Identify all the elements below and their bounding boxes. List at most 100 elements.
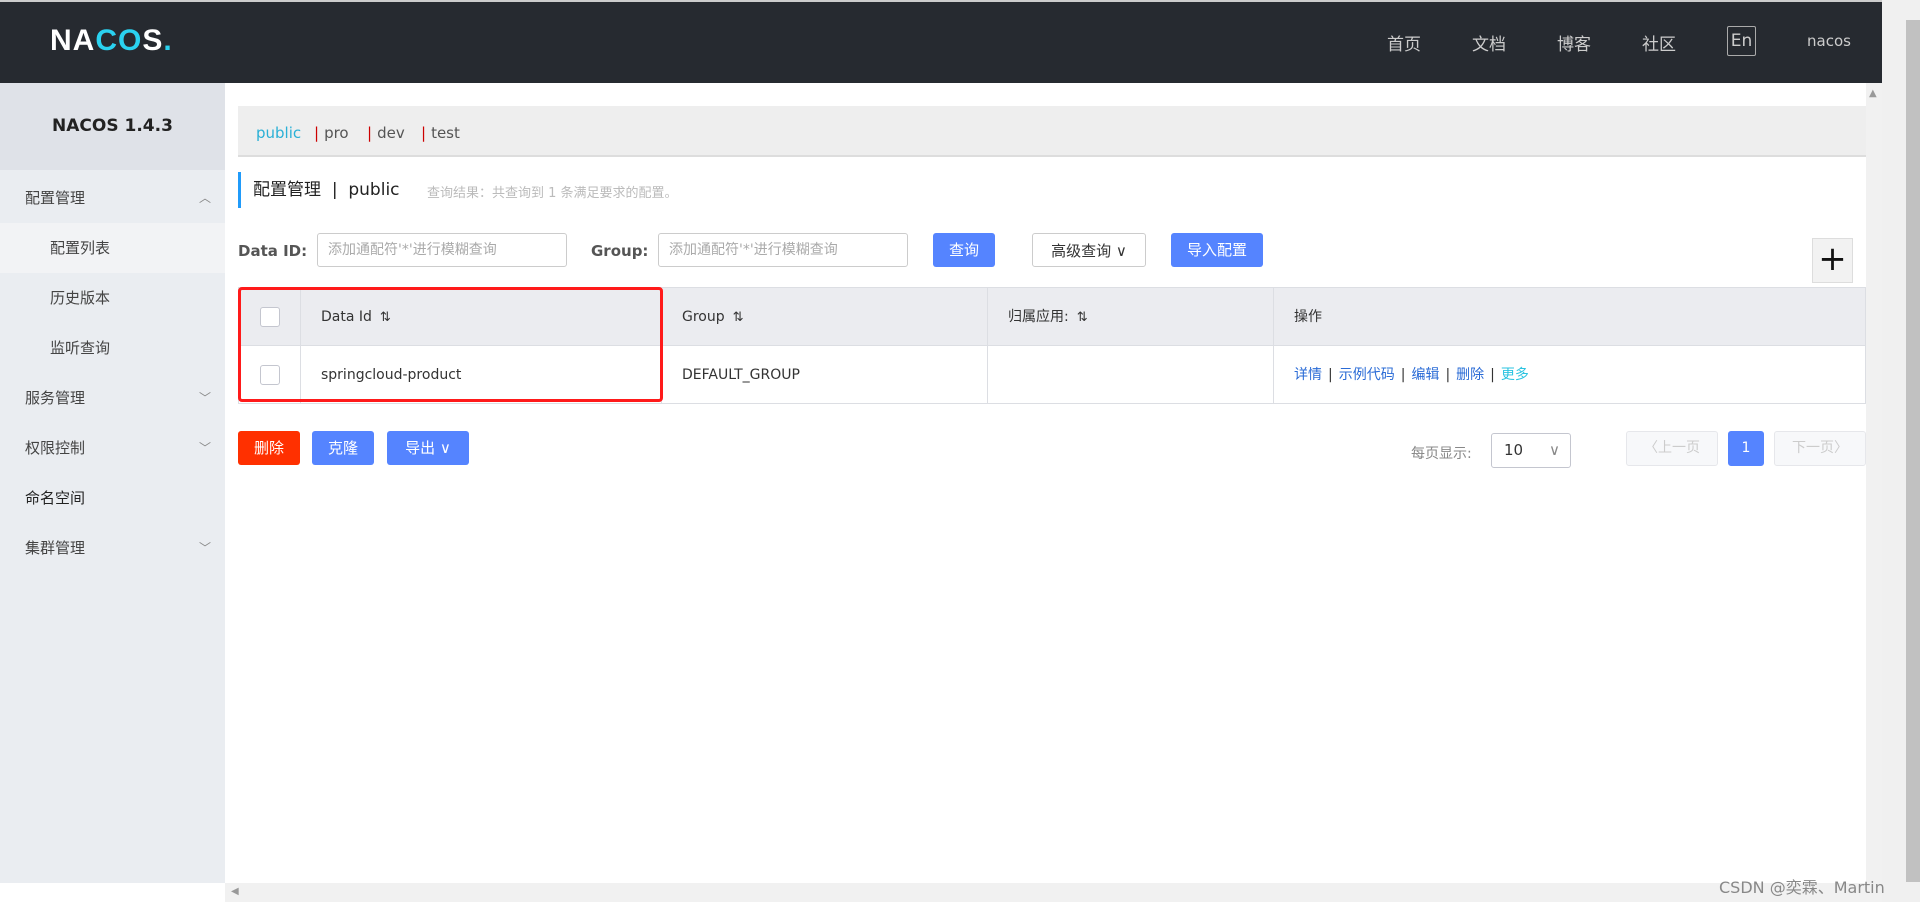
sidebar-item-cluster-management[interactable]: 集群管理 ﹀ xyxy=(0,523,225,573)
sidebar-item-label: 配置列表 xyxy=(50,239,110,257)
export-label: 导出 xyxy=(405,439,435,457)
prev-label: 上一页 xyxy=(1658,440,1700,456)
per-page-select[interactable]: 10 ∨ xyxy=(1491,433,1571,468)
user-menu[interactable]: nacos xyxy=(1807,32,1851,50)
sidebar-item-label: 集群管理 xyxy=(25,539,85,557)
sidebar-item-label: 服务管理 xyxy=(25,389,85,407)
title-text: 配置管理 xyxy=(253,180,321,200)
title-namespace: public xyxy=(348,180,399,200)
delete-link[interactable]: 删除 xyxy=(1456,367,1484,383)
main-content xyxy=(225,83,1882,883)
per-page-value: 10 xyxy=(1504,441,1523,459)
group-label: Group: xyxy=(591,242,648,260)
sidebar-item-label: 监听查询 xyxy=(50,339,110,357)
sample-code-link[interactable]: 示例代码 xyxy=(1339,367,1395,383)
query-button[interactable]: 查询 xyxy=(933,233,995,267)
sidebar-item-service-management[interactable]: 服务管理 ﹀ xyxy=(0,373,225,423)
sidebar-item-config-management[interactable]: 配置管理 ︿ xyxy=(0,173,225,223)
next-page-button[interactable]: 下一页〉 xyxy=(1774,431,1866,466)
scroll-left-icon[interactable]: ◀ xyxy=(231,886,239,897)
per-page-label: 每页显示: xyxy=(1411,443,1472,463)
nav-community[interactable]: 社区 xyxy=(1642,30,1676,55)
column-header-data-id[interactable]: Data Id ⇅ xyxy=(301,288,662,346)
advanced-query-label: 高级查询 xyxy=(1051,242,1111,260)
sidebar-item-label: 历史版本 xyxy=(50,289,110,307)
column-header-app[interactable]: 归属应用: ⇅ xyxy=(988,288,1274,346)
sidebar-item-access-control[interactable]: 权限控制 ﹀ xyxy=(0,423,225,473)
chevron-up-icon: ︿ xyxy=(199,173,211,223)
page-1-button[interactable]: 1 xyxy=(1728,431,1764,466)
data-id-input[interactable] xyxy=(317,233,567,267)
top-header xyxy=(0,0,1882,83)
sidebar-item-config-list[interactable]: 配置列表 xyxy=(0,223,225,273)
detail-link[interactable]: 详情 xyxy=(1294,367,1322,383)
header-label: 归属应用: xyxy=(1008,309,1069,325)
watermark: CSDN @奕霖、Martin xyxy=(1719,874,1885,898)
column-header-group[interactable]: Group ⇅ xyxy=(662,288,988,346)
chevron-down-icon: ∨ xyxy=(1116,242,1127,260)
delete-button[interactable]: 删除 xyxy=(238,431,300,465)
namespace-label: dev xyxy=(377,124,405,142)
chevron-down-icon: ﹀ xyxy=(199,373,211,423)
query-result-text: 查询结果：共查询到 1 条满足要求的配置。 xyxy=(427,182,678,201)
group-input[interactable] xyxy=(658,233,908,267)
edit-link[interactable]: 编辑 xyxy=(1411,367,1439,383)
page-title: 配置管理 | public xyxy=(238,172,400,208)
cell-app xyxy=(988,346,1274,404)
export-button[interactable]: 导出 ∨ xyxy=(387,431,469,465)
cell-group: DEFAULT_GROUP xyxy=(662,346,988,404)
language-toggle[interactable]: En xyxy=(1727,26,1756,56)
more-link[interactable]: 更多 xyxy=(1501,367,1529,383)
import-config-button[interactable]: 导入配置 xyxy=(1171,233,1263,267)
title-separator: | xyxy=(332,180,338,200)
header-label: Group xyxy=(682,309,725,325)
chevron-down-icon: ﹀ xyxy=(199,423,211,473)
sidebar-item-label: 权限控制 xyxy=(25,439,85,457)
row-select[interactable] xyxy=(239,346,301,404)
next-label: 下一页 xyxy=(1792,440,1834,456)
scroll-up-icon[interactable]: ▲ xyxy=(1869,88,1877,99)
namespace-test[interactable]: |test xyxy=(421,124,460,142)
sort-icon[interactable]: ⇅ xyxy=(733,310,744,325)
nav-home[interactable]: 首页 xyxy=(1387,30,1421,55)
prev-page-button[interactable]: 〈上一页 xyxy=(1626,431,1718,466)
namespace-dev[interactable]: |dev xyxy=(367,124,405,142)
data-id-label: Data ID: xyxy=(238,242,307,260)
namespace-label: test xyxy=(431,124,460,142)
header-label: Data Id xyxy=(321,309,372,325)
scrollbar-thumb[interactable] xyxy=(1906,20,1920,882)
namespace-bar xyxy=(238,106,1866,157)
sidebar-item-namespace[interactable]: 命名空间 xyxy=(0,473,225,523)
sidebar-item-label: 配置管理 xyxy=(25,189,85,207)
namespace-label: pro xyxy=(324,124,349,142)
nav-blog[interactable]: 博客 xyxy=(1557,30,1591,55)
chevron-down-icon: ﹀ xyxy=(199,523,211,573)
chevron-down-icon: ∨ xyxy=(1549,434,1560,467)
chevron-right-icon: 〉 xyxy=(1834,440,1848,456)
clone-button[interactable]: 克隆 xyxy=(312,431,374,465)
checkbox[interactable] xyxy=(260,307,280,327)
checkbox[interactable] xyxy=(260,365,280,385)
cell-actions: 详情|示例代码|编辑|删除|更多 xyxy=(1274,346,1865,404)
chevron-left-icon: 〈 xyxy=(1644,440,1658,456)
sort-icon[interactable]: ⇅ xyxy=(1077,310,1088,325)
namespace-public[interactable]: public xyxy=(256,124,301,142)
nacos-logo[interactable]: NACOS. xyxy=(50,24,173,58)
content-vertical-scrollbar[interactable]: ▲ xyxy=(1866,83,1882,883)
horizontal-scrollbar[interactable]: ◀ xyxy=(225,883,1882,902)
sidebar-item-label: 命名空间 xyxy=(25,489,85,507)
add-config-button[interactable]: + xyxy=(1812,238,1853,283)
config-table: Data Id ⇅ Group ⇅ 归属应用: ⇅ 操作 springcloud-pr… xyxy=(238,287,1866,404)
header-select-all[interactable] xyxy=(239,288,301,346)
chevron-down-icon: ∨ xyxy=(440,439,451,457)
advanced-query-button[interactable]: 高级查询 ∨ xyxy=(1032,233,1146,267)
header-label: 操作 xyxy=(1294,309,1322,325)
sort-icon[interactable]: ⇅ xyxy=(380,310,391,325)
column-header-actions: 操作 xyxy=(1274,288,1865,346)
sidebar-item-history[interactable]: 历史版本 xyxy=(0,273,225,323)
namespace-pro[interactable]: |pro xyxy=(314,124,349,142)
sidebar-item-listener-query[interactable]: 监听查询 xyxy=(0,323,225,373)
cell-data-id: springcloud-product xyxy=(301,346,662,404)
nav-docs[interactable]: 文档 xyxy=(1472,30,1506,55)
version-label: NACOS 1.4.3 xyxy=(0,83,225,170)
